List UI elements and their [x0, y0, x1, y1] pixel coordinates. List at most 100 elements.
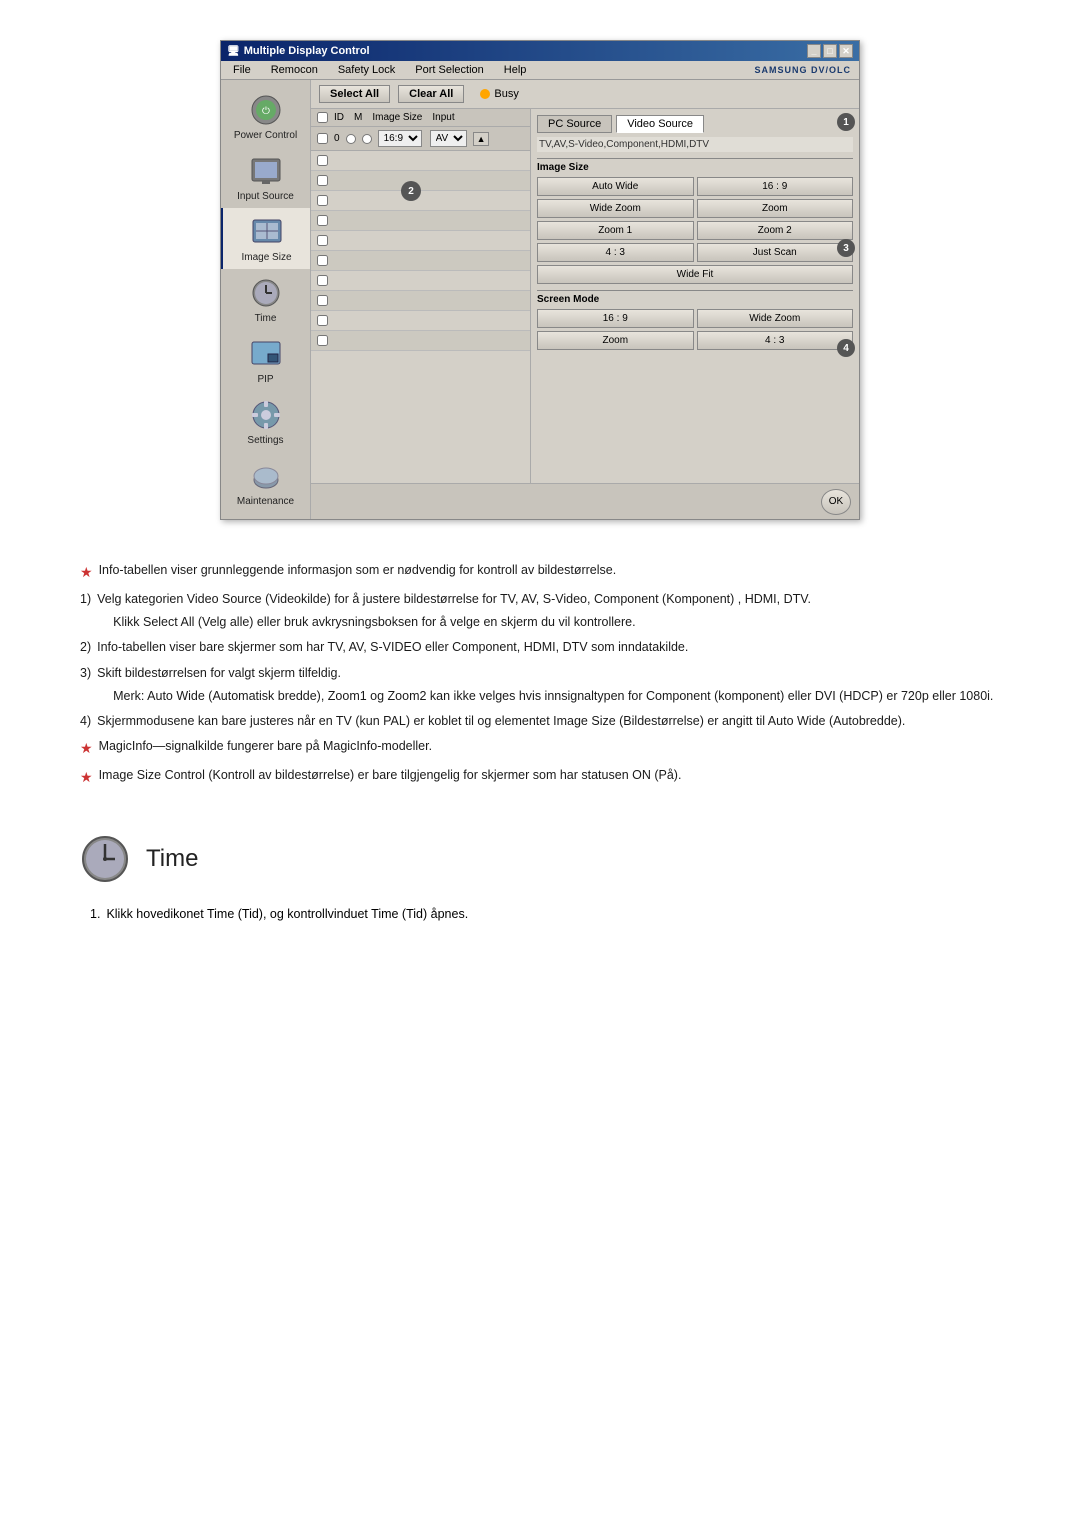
filter-radio-1[interactable] — [346, 134, 356, 144]
sidebar-item-pip[interactable]: PIP — [221, 330, 310, 391]
image-size-buttons: Auto Wide 16 : 9 Wide Zoom Zoom Zoom 1 Z… — [537, 177, 853, 284]
sidebar-label-power: Power Control — [234, 130, 297, 141]
row-checkbox[interactable] — [317, 275, 328, 286]
sidebar-item-time[interactable]: Time — [221, 269, 310, 330]
menu-port-selection[interactable]: Port Selection — [411, 63, 487, 77]
note-item-4: 4) Skjermmodusene kan bare justeres når … — [80, 711, 1000, 732]
pc-source-tab[interactable]: PC Source — [537, 115, 612, 133]
time-text-1: Klikk hovedikonet Time (Tid), og kontrol… — [106, 904, 1000, 925]
content-panels: ID M Image Size Input 0 16:9 — [311, 109, 859, 483]
note-item-3: 3) Skift bildestørrelsen for valgt skjer… — [80, 663, 1000, 708]
sidebar-item-settings[interactable]: Settings — [221, 391, 310, 452]
image-size-select[interactable]: 16:9 — [378, 130, 422, 147]
image-size-section-label: Image Size — [537, 158, 853, 173]
busy-indicator: Busy — [480, 88, 518, 100]
menu-file[interactable]: File — [229, 63, 255, 77]
source-tabs: PC Source Video Source — [537, 115, 853, 133]
table-row — [311, 331, 530, 351]
num-3: 3) — [80, 663, 91, 684]
sidebar-item-input-source[interactable]: Input Source — [221, 147, 310, 208]
screen-mode-section-label: Screen Mode — [537, 290, 853, 305]
maximize-button[interactable]: □ — [823, 44, 837, 58]
zoom1-button[interactable]: Zoom 1 — [537, 221, 694, 240]
input-source-icon — [248, 153, 284, 189]
header-checkbox[interactable] — [317, 112, 328, 123]
minimize-button[interactable]: _ — [807, 44, 821, 58]
note-text-3: Skift bildestørrelsen for valgt skjerm t… — [97, 663, 1000, 708]
filter-radio-2[interactable] — [362, 134, 372, 144]
star-note-2: ★ MagicInfo—signalkilde fungerer bare på… — [80, 736, 1000, 761]
star-text-3: Image Size Control (Kontroll av bildestø… — [99, 765, 682, 786]
sidebar-label-pip: PIP — [257, 374, 273, 385]
center-panel: ID M Image Size Input 0 16:9 — [311, 109, 531, 483]
badge-1: 1 — [837, 113, 855, 131]
16-9-button[interactable]: 16 : 9 — [697, 177, 854, 196]
panel-header: ID M Image Size Input — [311, 109, 530, 127]
row-checkbox[interactable] — [317, 155, 328, 166]
sidebar-item-maintenance[interactable]: Maintenance — [221, 452, 310, 513]
input-arrow[interactable]: ▲ — [473, 132, 490, 146]
time-note-1: 1. Klikk hovedikonet Time (Tid), og kont… — [90, 904, 1000, 925]
video-source-tab[interactable]: Video Source — [616, 115, 704, 133]
zoom-button[interactable]: Zoom — [697, 199, 854, 218]
sidebar-item-power-control[interactable]: ⏻ Power Control — [221, 86, 310, 147]
zoom2-button[interactable]: Zoom 2 — [697, 221, 854, 240]
time-num-1: 1. — [90, 904, 100, 925]
screen-zoom-button[interactable]: Zoom — [537, 331, 694, 350]
close-button[interactable]: ✕ — [839, 44, 853, 58]
pip-icon — [248, 336, 284, 372]
notes-section: ★ Info-tabellen viser grunnleggende info… — [60, 550, 1020, 804]
row-checkbox[interactable] — [317, 235, 328, 246]
note-subtext-1: Klikk Select All (Velg alle) eller bruk … — [97, 612, 1000, 633]
star-icon-1: ★ — [80, 561, 93, 585]
menu-safety-lock[interactable]: Safety Lock — [334, 63, 399, 77]
row-checkbox[interactable] — [317, 195, 328, 206]
select-all-button[interactable]: Select All — [319, 85, 390, 103]
right-panel: 1 PC Source Video Source TV,AV,S-Video,C… — [531, 109, 859, 483]
sidebar-label-input: Input Source — [237, 191, 294, 202]
sidebar: ⏻ Power Control Input Source — [221, 80, 311, 519]
screen-4-3-button[interactable]: 4 : 3 — [697, 331, 854, 350]
app-content: ⏻ Power Control Input Source — [221, 80, 859, 519]
table-row — [311, 151, 530, 171]
row-checkbox[interactable] — [317, 175, 328, 186]
table-row — [311, 311, 530, 331]
star-note-3: ★ Image Size Control (Kontroll av bildes… — [80, 765, 1000, 790]
menu-remocon[interactable]: Remocon — [267, 63, 322, 77]
source-subtitle: TV,AV,S-Video,Component,HDMI,DTV — [537, 137, 853, 152]
svg-text:⏻: ⏻ — [262, 106, 270, 117]
clear-all-button[interactable]: Clear All — [398, 85, 464, 103]
note-item-2: 2) Info-tabellen viser bare skjermer som… — [80, 637, 1000, 658]
screen-16-9-button[interactable]: 16 : 9 — [537, 309, 694, 328]
sidebar-label-imagesize: Image Size — [241, 252, 291, 263]
input-select[interactable]: AV — [430, 130, 467, 147]
row-checkbox[interactable] — [317, 215, 328, 226]
num-2: 2) — [80, 637, 91, 658]
badge-4: 4 — [837, 339, 855, 357]
time-heading: Time — [80, 834, 1000, 884]
wide-zoom-button[interactable]: Wide Zoom — [537, 199, 694, 218]
sidebar-item-image-size[interactable]: Image Size — [221, 208, 310, 269]
row-checkbox[interactable] — [317, 295, 328, 306]
filter-checkbox-1[interactable] — [317, 133, 328, 144]
menu-help[interactable]: Help — [500, 63, 531, 77]
filter-zero: 0 — [334, 133, 340, 144]
app-window: 🖥 Multiple Display Control _ □ ✕ File Re… — [220, 40, 860, 520]
screen-wide-zoom-button[interactable]: Wide Zoom — [697, 309, 854, 328]
table-row — [311, 231, 530, 251]
row-checkbox[interactable] — [317, 335, 328, 346]
bottom-bar: OK — [311, 483, 859, 519]
just-scan-button[interactable]: Just Scan — [697, 243, 854, 262]
auto-wide-button[interactable]: Auto Wide — [537, 177, 694, 196]
row-checkbox[interactable] — [317, 255, 328, 266]
sidebar-label-time: Time — [255, 313, 277, 324]
num-4: 4) — [80, 711, 91, 732]
wide-fit-button[interactable]: Wide Fit — [537, 265, 853, 284]
time-title: Time — [146, 845, 198, 873]
4-3-button[interactable]: 4 : 3 — [537, 243, 694, 262]
note-item-1: 1) Velg kategorien Video Source (Videoki… — [80, 589, 1000, 634]
row-checkbox[interactable] — [317, 315, 328, 326]
col-image-size: Image Size — [372, 112, 422, 123]
ok-button[interactable]: OK — [821, 489, 851, 515]
star-icon-3: ★ — [80, 766, 93, 790]
